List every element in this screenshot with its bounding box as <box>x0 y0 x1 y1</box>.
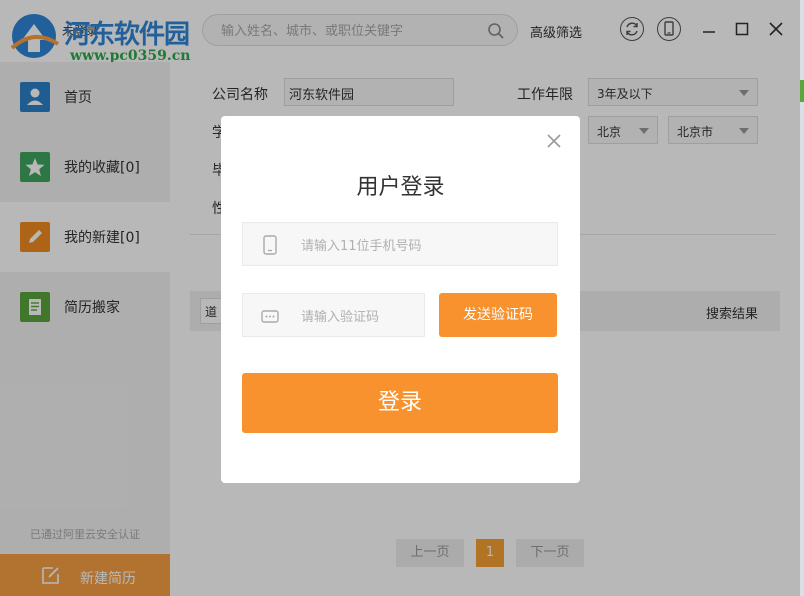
code-field <box>242 293 425 337</box>
captcha-icon <box>261 310 279 323</box>
phone-input[interactable] <box>299 235 543 257</box>
login-button[interactable]: 登录 <box>242 373 558 433</box>
background-window-strip <box>800 0 804 596</box>
login-dialog: 用户登录 发送验证码 登录 <box>221 116 580 483</box>
login-title: 用户登录 <box>356 175 445 200</box>
code-input[interactable] <box>299 306 423 328</box>
phone-field <box>242 222 558 266</box>
background-accent <box>800 80 804 102</box>
modal-overlay: 用户登录 发送验证码 登录 <box>0 0 800 596</box>
app-window: 未登录 河东软件园 www.pc0359.cn 高级筛选 <box>0 0 800 596</box>
phone-icon <box>263 235 277 255</box>
send-code-button[interactable]: 发送验证码 <box>439 293 557 337</box>
close-icon[interactable] <box>545 132 563 150</box>
